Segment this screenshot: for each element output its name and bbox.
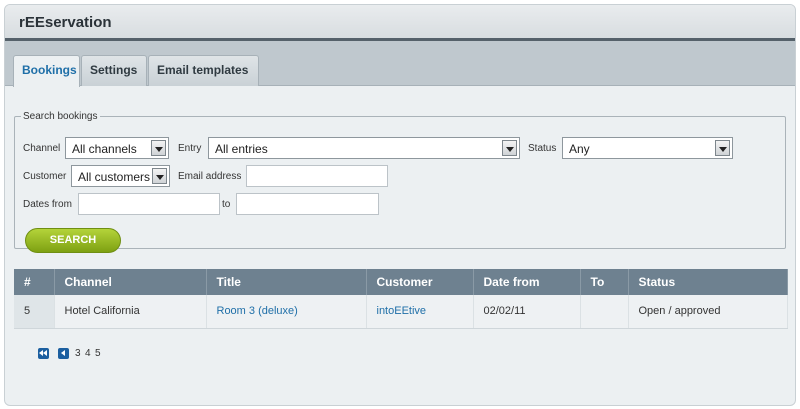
email-address-input[interactable] [246, 165, 388, 187]
bookings-table: # Channel Title Customer Date from To St… [14, 269, 788, 329]
entry-select[interactable]: All entries [208, 137, 520, 159]
app-window: rEEservation Bookings Settings Email tem… [4, 4, 796, 406]
cell-title-link[interactable]: Room 3 (deluxe) [206, 295, 367, 329]
column-header-id[interactable]: # [14, 269, 55, 295]
search-legend: Search bookings [23, 111, 98, 122]
dates-to-input[interactable] [236, 193, 379, 215]
status-select[interactable]: Any [562, 137, 733, 159]
dates-from-input[interactable] [78, 193, 220, 215]
tab-bar: Bookings Settings Email templates [5, 41, 795, 87]
column-header-to[interactable]: To [580, 269, 629, 295]
dates-to-label: to [222, 199, 231, 210]
cell-to [580, 295, 629, 329]
column-header-title[interactable]: Title [206, 269, 367, 295]
email-address-label: Email address [178, 171, 242, 182]
search-bookings-form: Search bookings Channel All channels Ent… [14, 111, 786, 253]
cell-channel: Hotel California [54, 295, 207, 329]
customer-label: Customer [23, 171, 67, 182]
cell-customer-link[interactable]: intoEEtive [366, 295, 474, 329]
search-button[interactable]: SEARCH [25, 228, 121, 253]
table-row: 5 Hotel California Room 3 (deluxe) intoE… [14, 295, 788, 329]
channel-label: Channel [23, 143, 61, 154]
cell-date-from: 02/02/11 [473, 295, 581, 329]
column-header-customer[interactable]: Customer [366, 269, 474, 295]
chevron-down-icon [502, 140, 517, 156]
tab-email-templates[interactable]: Email templates [148, 55, 259, 86]
channel-select-value: All channels [72, 142, 137, 156]
chevron-down-icon [715, 140, 730, 156]
tab-settings[interactable]: Settings [81, 55, 147, 86]
app-header: rEEservation [5, 5, 795, 41]
previous-page-icon[interactable] [58, 348, 69, 359]
page-link-4[interactable]: 4 [85, 348, 91, 359]
cell-id: 5 [14, 295, 55, 329]
tab-bookings[interactable]: Bookings [13, 55, 80, 87]
cell-status: Open / approved [628, 295, 788, 329]
column-header-channel[interactable]: Channel [54, 269, 207, 295]
entry-label: Entry [178, 143, 202, 154]
entry-select-value: All entries [215, 142, 268, 156]
status-select-value: Any [569, 142, 590, 156]
dates-from-label: Dates from [23, 199, 72, 210]
first-page-icon[interactable] [38, 348, 49, 359]
table-header-row: # Channel Title Customer Date from To St… [14, 269, 788, 295]
customer-select[interactable]: All customers [71, 165, 170, 187]
status-label: Status [528, 143, 557, 154]
app-title: rEEservation [19, 14, 112, 31]
channel-select[interactable]: All channels [65, 137, 169, 159]
page-link-5[interactable]: 5 [95, 348, 101, 359]
column-header-date-from[interactable]: Date from [473, 269, 581, 295]
customer-select-value: All customers [78, 170, 151, 184]
page-link-3[interactable]: 3 [75, 348, 81, 359]
chevron-down-icon [151, 140, 166, 156]
column-header-status[interactable]: Status [628, 269, 788, 295]
chevron-down-icon [152, 168, 167, 184]
